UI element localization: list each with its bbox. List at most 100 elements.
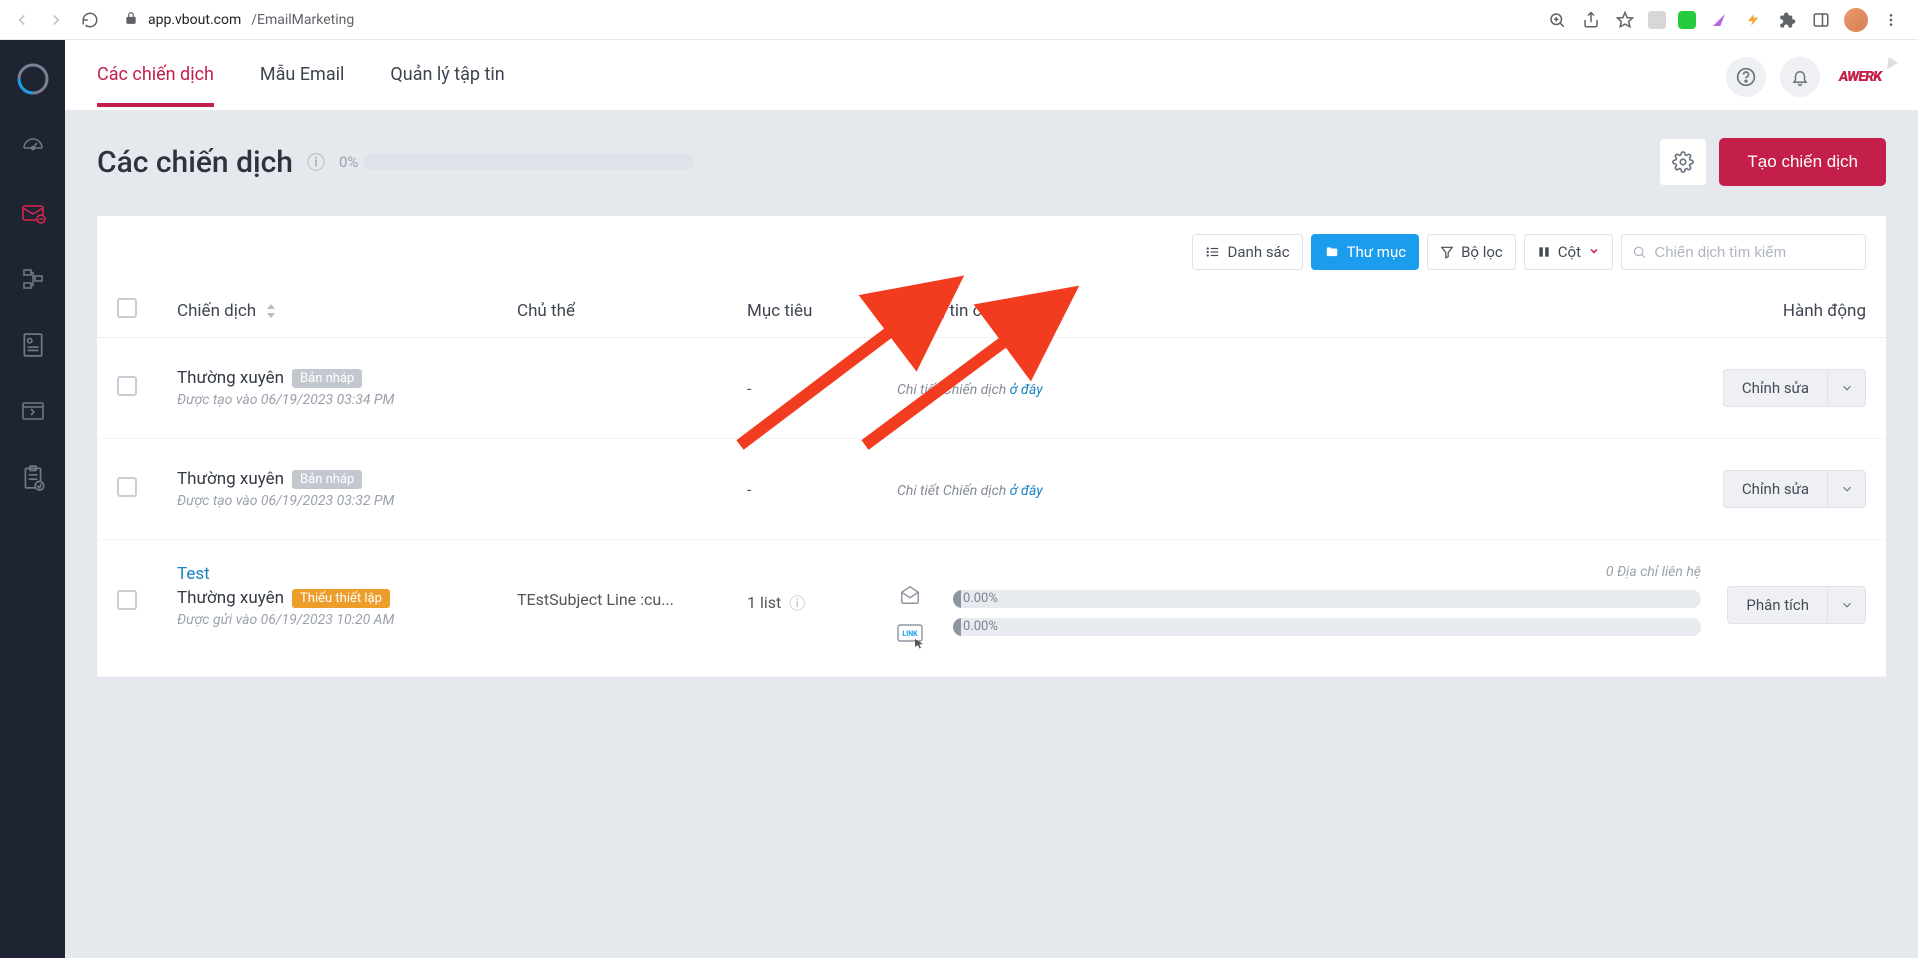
url-host: app.vbout.com: [148, 12, 241, 28]
view-list-button[interactable]: Danh sác: [1192, 234, 1303, 270]
row-action-split: Phân tích: [1727, 586, 1866, 624]
main-content: Các chiến dịch Mẫu Email Quản lý tập tin…: [65, 40, 1918, 958]
star-icon[interactable]: [1614, 9, 1636, 31]
filter-label: Bộ lọc: [1461, 243, 1503, 261]
chevron-down-icon: [1588, 243, 1600, 261]
cell-detail: Chi tiết Chiến dịch ở đây: [897, 483, 1043, 499]
cell-target: 1 list ⓘ: [747, 590, 897, 614]
campaign-title[interactable]: Test: [177, 564, 394, 584]
sidebar-item-reports[interactable]: [16, 462, 50, 492]
table-header: Chiến dịch Chủ thể Mục tiêu Thông tin ch…: [97, 284, 1886, 338]
filter-button[interactable]: Bộ lọc: [1427, 234, 1516, 270]
campaign-meta: Được tạo vào 06/19/2023 03:32 PM: [177, 493, 394, 509]
usage-progress: [364, 154, 694, 170]
sidebar-item-automation[interactable]: [16, 264, 50, 294]
brand-badge[interactable]: AWERK: [1831, 57, 1889, 97]
contacts-count: 0 Địa chỉ liên hệ: [953, 564, 1701, 580]
action-dropdown[interactable]: [1827, 471, 1865, 507]
edit-button[interactable]: Chỉnh sửa: [1724, 471, 1827, 507]
row-checkbox[interactable]: [117, 477, 137, 497]
edit-button[interactable]: Chỉnh sửa: [1724, 370, 1827, 406]
campaign-type: Thường xuyên: [177, 368, 284, 388]
search-box[interactable]: [1621, 234, 1866, 270]
extension-3-icon[interactable]: [1708, 9, 1730, 31]
browser-chrome: app.vbout.com/EmailMarketing: [0, 0, 1918, 40]
status-badge: Thiếu thiết lập: [292, 589, 390, 608]
page-title: Các chiến dịch: [97, 145, 293, 180]
share-icon[interactable]: [1580, 9, 1602, 31]
select-all-checkbox[interactable]: [117, 298, 137, 318]
sort-icon[interactable]: [266, 304, 276, 318]
panel-toolbar: Danh sác Thư mục Bộ lọc Cột: [97, 216, 1886, 284]
col-subject: Chủ thể: [517, 301, 747, 321]
extensions-icon[interactable]: [1776, 9, 1798, 31]
col-action: Hành động: [1701, 301, 1866, 321]
info-icon[interactable]: ⓘ: [789, 590, 805, 614]
row-checkbox[interactable]: [117, 590, 137, 610]
progress-label: 0%: [339, 153, 358, 171]
campaign-meta: Được gửi vào 06/19/2023 10:20 AM: [177, 612, 394, 628]
action-dropdown[interactable]: [1827, 370, 1865, 406]
view-folders-button[interactable]: Thư mục: [1311, 234, 1420, 270]
columns-label: Cột: [1558, 243, 1581, 261]
columns-button[interactable]: Cột: [1524, 234, 1613, 270]
settings-button[interactable]: [1659, 138, 1707, 186]
page-header: Các chiến dịch ⓘ 0% Tạo chiến dịch: [65, 110, 1918, 216]
browser-actions: [1546, 8, 1910, 32]
action-dropdown[interactable]: [1827, 587, 1865, 623]
table-row: Thường xuyên Bản nháp Được tạo vào 06/19…: [97, 338, 1886, 439]
profile-avatar[interactable]: [1844, 8, 1868, 32]
back-button[interactable]: [8, 6, 36, 34]
detail-link[interactable]: ở đây: [1010, 382, 1043, 398]
analyze-button[interactable]: Phân tích: [1728, 587, 1827, 623]
col-detail: Thông tin chi tiết: [897, 301, 1701, 321]
table-row: Thường xuyên Bản nháp Được tạo vào 06/19…: [97, 439, 1886, 540]
tab-templates[interactable]: Mẫu Email: [260, 42, 344, 107]
status-badge: Bản nháp: [292, 470, 362, 489]
click-rate-bar: 0.00%: [953, 618, 1701, 636]
detail-link[interactable]: ở đây: [1010, 483, 1043, 499]
campaign-type: Thường xuyên: [177, 469, 284, 489]
sidebar-item-social[interactable]: [16, 396, 50, 426]
create-campaign-button[interactable]: Tạo chiến dịch: [1719, 138, 1886, 186]
app-logo-icon[interactable]: [16, 62, 50, 96]
cell-subject: TEstSubject Line :cu...: [517, 564, 747, 609]
tab-files[interactable]: Quản lý tập tin: [390, 42, 504, 107]
table-row: Test Thường xuyên Thiếu thiết lập Được g…: [97, 540, 1886, 677]
app-sidebar: [0, 40, 65, 958]
view-folders-label: Thư mục: [1347, 243, 1407, 261]
col-target: Mục tiêu: [747, 301, 897, 321]
reload-button[interactable]: [76, 6, 104, 34]
extension-2-icon[interactable]: [1678, 11, 1696, 29]
info-icon[interactable]: ⓘ: [307, 149, 325, 175]
row-action-split: Chỉnh sửa: [1723, 470, 1866, 508]
lock-icon: [124, 11, 138, 29]
zoom-icon[interactable]: [1546, 9, 1568, 31]
extension-4-icon[interactable]: [1742, 9, 1764, 31]
cell-target: -: [747, 480, 751, 499]
search-icon: [1632, 244, 1646, 260]
notifications-button[interactable]: [1780, 57, 1820, 97]
cell-detail: Chi tiết Chiến dịch ở đây: [897, 382, 1043, 398]
address-bar[interactable]: app.vbout.com/EmailMarketing: [124, 11, 354, 29]
sidebar-item-dashboard[interactable]: [16, 132, 50, 162]
click-rate-icon: LINK: [897, 624, 923, 646]
help-button[interactable]: [1726, 57, 1766, 97]
forward-button[interactable]: [42, 6, 70, 34]
tab-campaigns[interactable]: Các chiến dịch: [97, 42, 214, 107]
chrome-menu-icon[interactable]: [1880, 9, 1902, 31]
sidepanel-icon[interactable]: [1810, 9, 1832, 31]
campaign-meta: Được tạo vào 06/19/2023 03:34 PM: [177, 392, 394, 408]
view-list-label: Danh sác: [1228, 243, 1290, 261]
row-checkbox[interactable]: [117, 376, 137, 396]
sidebar-item-landing[interactable]: [16, 330, 50, 360]
open-rate-bar: 0.00%: [953, 590, 1701, 608]
url-path: /EmailMarketing: [251, 12, 354, 28]
col-campaign[interactable]: Chiến dịch: [177, 301, 256, 321]
extension-1-icon[interactable]: [1648, 11, 1666, 29]
status-badge: Bản nháp: [292, 369, 362, 388]
campaign-type: Thường xuyên: [177, 588, 284, 608]
search-input[interactable]: [1654, 244, 1855, 261]
open-rate-icon: [897, 584, 923, 606]
sidebar-item-email[interactable]: [16, 198, 50, 228]
